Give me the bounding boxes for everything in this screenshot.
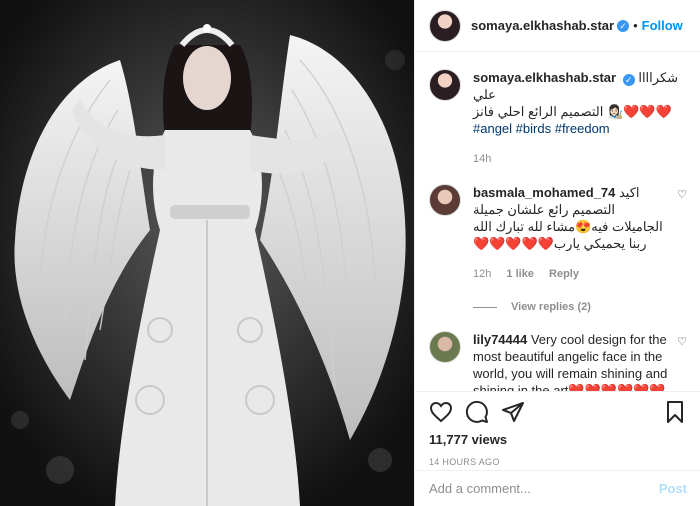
view-replies-label: View replies (2)	[511, 301, 591, 313]
heart-icon[interactable]	[429, 400, 453, 424]
reply-button[interactable]: Reply	[549, 268, 579, 280]
comments-section[interactable]: somaya.elkhashab.star ✓ شكراااا علي ❤️❤️…	[415, 53, 700, 391]
caption-username[interactable]: somaya.elkhashab.star	[473, 70, 616, 85]
post-timestamp[interactable]: 14 HOURS AGO	[429, 457, 687, 467]
header-username[interactable]: somaya.elkhashab.star	[471, 18, 614, 33]
bookmark-icon[interactable]	[663, 400, 687, 424]
comment-meta: 12h 1 like Reply	[473, 266, 669, 283]
view-replies-button[interactable]: View replies (2)	[473, 301, 687, 313]
hashtag-angel[interactable]: #angel	[473, 121, 512, 136]
views-count[interactable]: 11,777 views	[429, 432, 687, 447]
hashtag-freedom[interactable]: #freedom	[555, 121, 610, 136]
comment-time[interactable]: 12h	[473, 268, 491, 280]
follow-button[interactable]: Follow	[642, 18, 683, 33]
comment-like-heart-icon[interactable]: ♡	[677, 188, 687, 201]
comment-username[interactable]: lily74444	[473, 332, 527, 347]
comment-icon[interactable]	[465, 400, 489, 424]
add-comment-bar: Post	[415, 470, 700, 506]
replies-divider	[473, 306, 497, 308]
angel-photo	[0, 0, 414, 506]
verified-badge-icon: ✓	[622, 74, 635, 86]
comment-like-heart-icon[interactable]: ♡	[677, 335, 687, 348]
header-avatar[interactable]	[429, 9, 461, 42]
post-side-panel: somaya.elkhashab.star ✓ • Follow somaya.…	[414, 0, 700, 506]
comment-likes[interactable]: 1 like	[506, 268, 534, 280]
comment-text: التصميم رائع علشان جميلة الجاميلات فيه😍م…	[473, 202, 663, 251]
commenter-avatar[interactable]	[429, 331, 461, 363]
post-image[interactable]	[0, 0, 414, 506]
post-header: somaya.elkhashab.star ✓ • Follow	[415, 0, 700, 52]
caption-text-line2: ❤️❤️❤️👩🏻‍🎨 التصميم الرائع احلي فانز	[473, 104, 672, 119]
verified-badge-icon: ✓	[617, 19, 630, 32]
post-comment-button[interactable]: Post	[659, 481, 687, 496]
hashtag-birds[interactable]: #birds	[516, 121, 551, 136]
header-separator: •	[633, 18, 638, 33]
commenter-avatar[interactable]	[429, 184, 461, 216]
caption-meta: 14h	[473, 151, 687, 168]
comment-input[interactable]	[429, 481, 659, 496]
caption-time[interactable]: 14h	[473, 153, 491, 165]
post-actions: 11,777 views 14 HOURS AGO	[415, 391, 700, 467]
comment-text-prefix: اكيد	[618, 185, 640, 200]
share-icon[interactable]	[501, 400, 525, 424]
comment-username[interactable]: basmala_mohamed_74	[473, 185, 615, 200]
caption-avatar[interactable]	[429, 69, 461, 101]
comment-item: lily74444 Very cool design for the most …	[429, 331, 687, 391]
caption: somaya.elkhashab.star ✓ شكراااا علي ❤️❤️…	[429, 69, 687, 168]
comment-item: basmala_mohamed_74 اكيد التصميم رائع علش…	[429, 184, 687, 283]
